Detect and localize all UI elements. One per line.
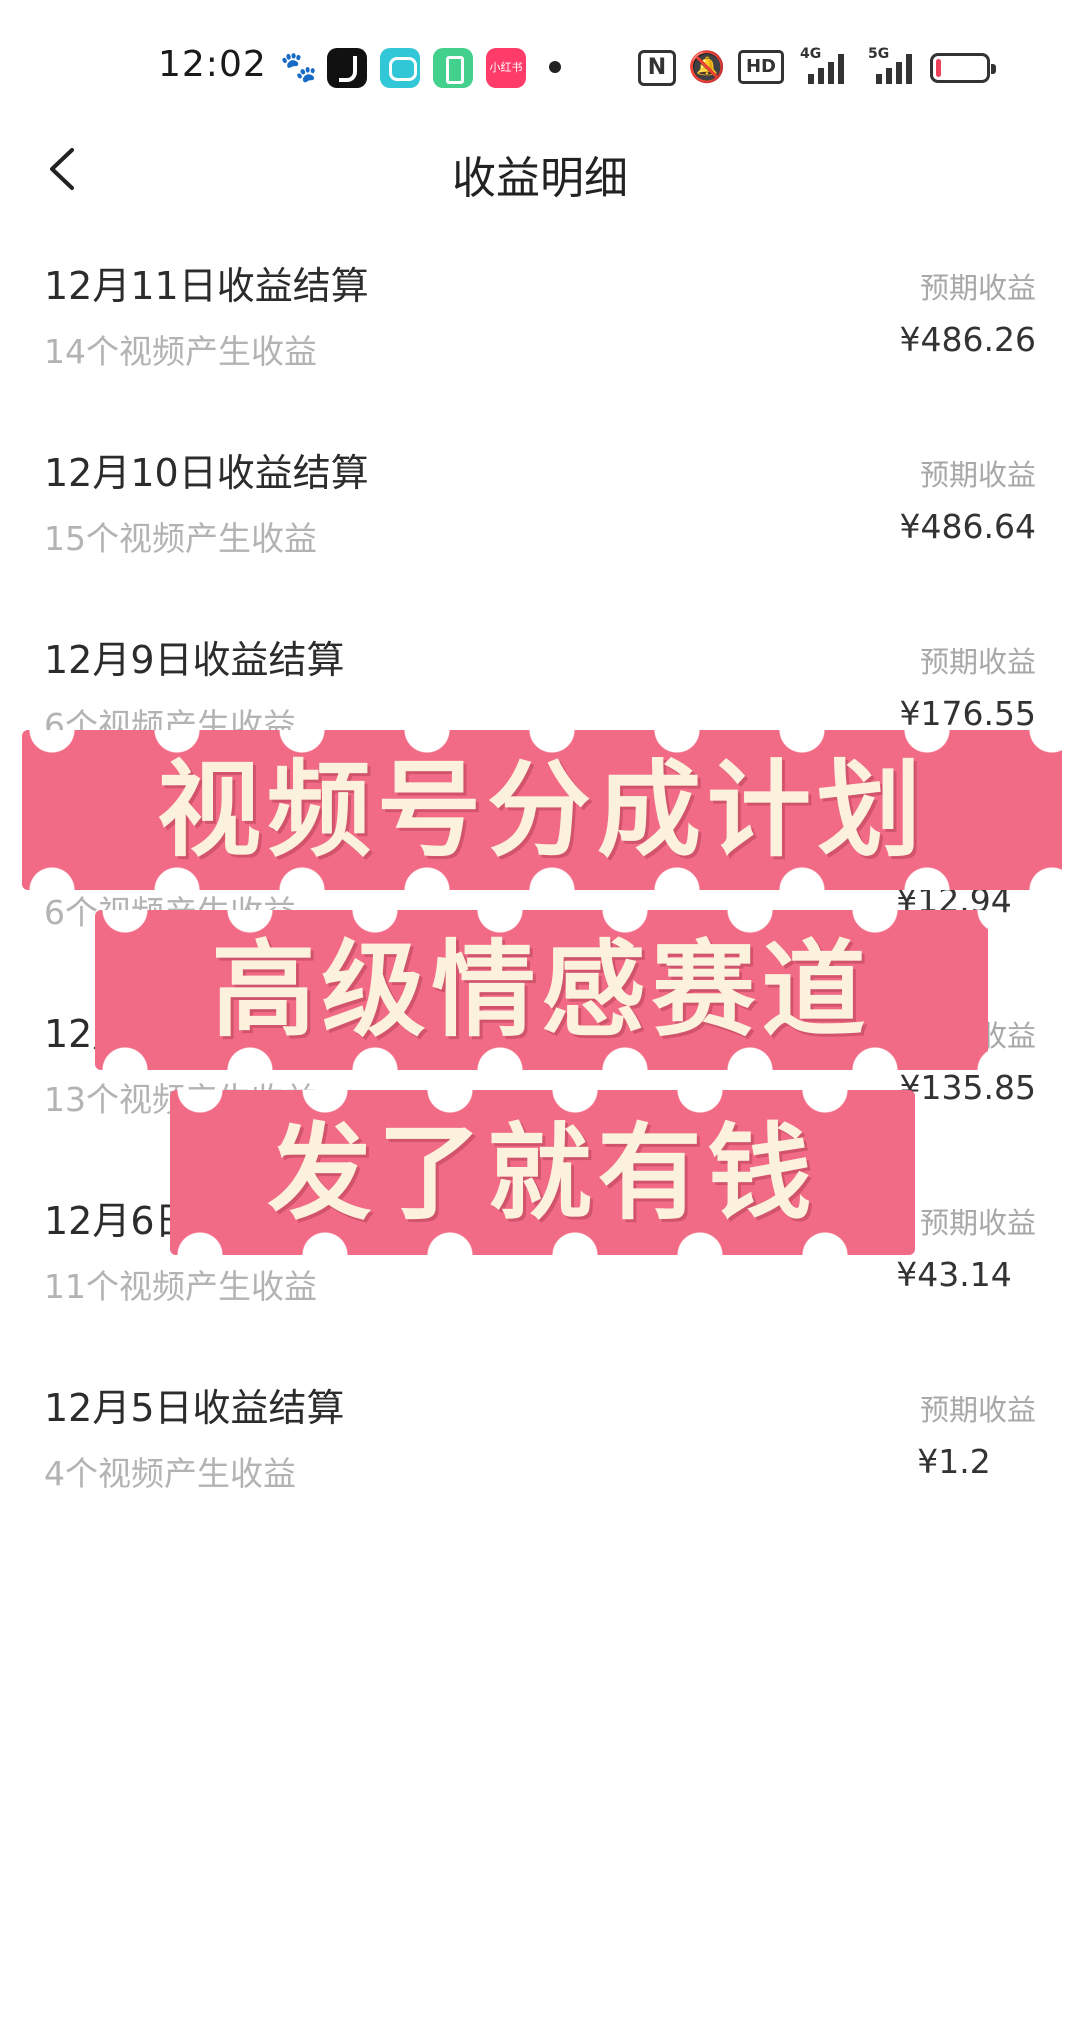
nav-header: 收益明细 (0, 120, 1080, 220)
mute-bell-icon: 🔕 (688, 50, 726, 85)
income-amount: ¥1.2 (917, 1442, 991, 1481)
xiaohongshu-icon: 小红书 (486, 48, 526, 88)
more-notifications-dot (549, 61, 561, 73)
signal-4g-icon: 4G (800, 46, 844, 84)
settlement-title: 12月9日收益结算 (44, 638, 345, 682)
promo-banner-line3: 发了就有钱 (170, 1090, 915, 1255)
hd-voice-icon: HD (738, 50, 784, 84)
promo-text: 发了就有钱 (267, 1111, 818, 1234)
battery-level (936, 59, 941, 77)
promo-banner-line2: 高级情感赛道 (95, 910, 988, 1070)
settlement-title: 12月10日收益结算 (44, 451, 369, 495)
list-item[interactable]: 12月5日收益结算 4个视频产生收益 预期收益 ¥1.2 (0, 1377, 1080, 1564)
list-item[interactable]: 12月10日收益结算 15个视频产生收益 预期收益 ¥486.64 (0, 442, 1080, 629)
green-app-icon (433, 48, 473, 88)
expected-income-label: 预期收益 (919, 1393, 1036, 1427)
promo-text: 视频号分成计划 (156, 748, 927, 871)
status-bar: 12:02 🐾 小红书 N 🔕 HD 4G 5G (0, 0, 1080, 120)
nfc-icon: N (638, 50, 676, 86)
clock: 12:02 (158, 44, 267, 85)
expected-income-label: 预期收益 (919, 271, 1036, 305)
chat-app-icon (380, 48, 420, 88)
income-amount: ¥43.14 (896, 1255, 1012, 1294)
signal-5g-icon: 5G (868, 46, 912, 84)
income-amount: ¥176.55 (899, 694, 1036, 733)
list-item[interactable]: 12月11日收益结算 14个视频产生收益 预期收益 ¥486.26 (0, 255, 1080, 442)
douyin-icon (327, 48, 367, 88)
promo-overlay: 视频号分成计划 高级情感赛道 发了就有钱 (0, 730, 1080, 1260)
video-count: 11个视频产生收益 (44, 1267, 317, 1306)
video-count: 15个视频产生收益 (44, 519, 317, 558)
page-title: 收益明细 (452, 153, 628, 204)
income-amount: ¥486.26 (899, 320, 1036, 359)
battery-icon (930, 53, 996, 83)
promo-banner-line1: 视频号分成计划 (22, 730, 1062, 890)
video-count: 4个视频产生收益 (44, 1454, 296, 1493)
expected-income-label: 预期收益 (919, 458, 1036, 492)
promo-text: 高级情感赛道 (211, 928, 872, 1051)
settlement-title: 12月11日收益结算 (44, 264, 369, 308)
expected-income-label: 预期收益 (919, 645, 1036, 679)
baidu-icon: 🐾 (280, 50, 318, 85)
income-amount: ¥486.64 (899, 507, 1036, 546)
settlement-title: 12月5日收益结算 (44, 1386, 345, 1430)
video-count: 14个视频产生收益 (44, 332, 317, 371)
